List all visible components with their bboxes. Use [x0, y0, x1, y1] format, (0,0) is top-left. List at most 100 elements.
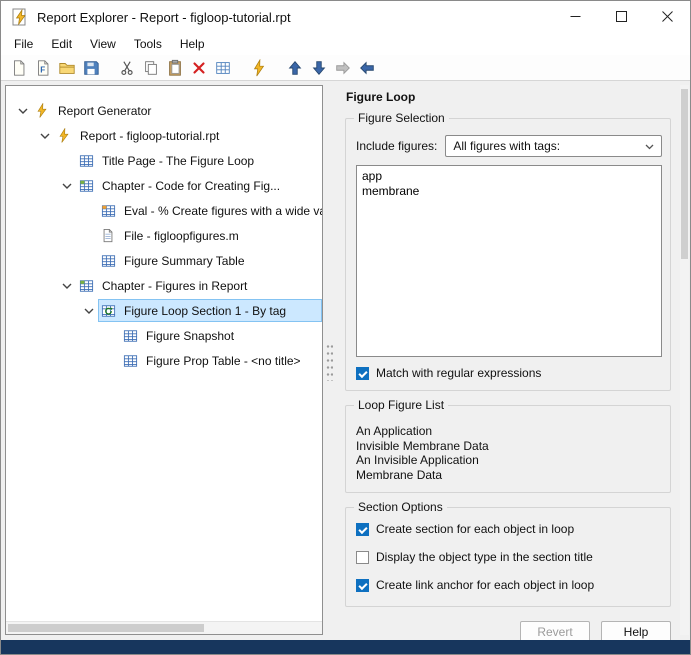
- eval-icon: [101, 204, 118, 218]
- chevron-down-icon: [645, 137, 654, 155]
- menu-bar: File Edit View Tools Help: [1, 33, 690, 55]
- tree-item-label: Chapter - Figures in Report: [102, 279, 247, 293]
- status-bar: [1, 640, 690, 654]
- chevron-down-icon[interactable]: [62, 182, 76, 190]
- menu-file[interactable]: File: [5, 34, 42, 54]
- report-options-icon[interactable]: [247, 57, 271, 79]
- group-title: Figure Selection: [354, 111, 449, 125]
- tag-list-item[interactable]: app: [362, 169, 656, 184]
- regex-checkbox[interactable]: [356, 367, 369, 380]
- report-explorer-window: Report Explorer - Report - figloop-tutor…: [0, 0, 691, 655]
- tree-item-title-page[interactable]: Title Page - The Figure Loop: [6, 148, 322, 173]
- chevron-down-icon[interactable]: [62, 282, 76, 290]
- svg-text:F: F: [40, 65, 45, 74]
- table-icon: [79, 154, 96, 168]
- file-icon: [101, 228, 118, 243]
- tree-item-label: Figure Loop Section 1 - By tag: [124, 304, 286, 318]
- group-title: Section Options: [354, 500, 447, 514]
- figure-loop-editor-panel: Figure Loop Figure Selection Include fig…: [335, 85, 681, 635]
- tree-item-figure-prop-table[interactable]: Figure Prop Table - <no title>: [6, 348, 322, 373]
- editor-vertical-scrollbar[interactable]: [680, 85, 689, 635]
- scrollbar-thumb[interactable]: [8, 624, 204, 632]
- tree-item-label: File - figloopfigures.m: [124, 229, 239, 243]
- loop-figure-item: An Application: [356, 424, 662, 439]
- close-button[interactable]: [644, 1, 690, 32]
- regex-checkbox-label: Match with regular expressions: [376, 366, 541, 380]
- scrollbar-thumb[interactable]: [681, 89, 688, 259]
- tree-item-label: Figure Prop Table - <no title>: [146, 354, 301, 368]
- chevron-down-icon[interactable]: [18, 107, 32, 115]
- tree-item-file[interactable]: File - figloopfigures.m: [6, 223, 322, 248]
- delete-icon[interactable]: [187, 57, 211, 79]
- table-icon: [123, 329, 140, 343]
- window-title: Report Explorer - Report - figloop-tutor…: [37, 10, 552, 25]
- loop-figure-list-group: Loop Figure List An Application Invisibl…: [345, 405, 671, 493]
- figure-selection-group: Figure Selection Include figures: All fi…: [345, 118, 671, 391]
- tree-item-figure-summary-table[interactable]: Figure Summary Table: [6, 248, 322, 273]
- tree-item-chapter-figures[interactable]: Chapter - Figures in Report: [6, 273, 322, 298]
- toolbar-separator: [103, 57, 115, 79]
- include-figures-label: Include figures:: [356, 139, 437, 153]
- tag-list-item[interactable]: membrane: [362, 184, 656, 199]
- tree-horizontal-scrollbar[interactable]: [6, 621, 322, 634]
- move-down-icon[interactable]: [307, 57, 331, 79]
- toolbar-separator: [271, 57, 283, 79]
- chapter-icon: [79, 179, 96, 193]
- tree-item-label: Figure Summary Table: [124, 254, 245, 268]
- create-link-anchor-checkbox-label: Create link anchor for each object in lo…: [376, 578, 594, 592]
- chevron-down-icon[interactable]: [40, 132, 54, 140]
- move-up-icon[interactable]: [283, 57, 307, 79]
- table-icon: [101, 254, 118, 268]
- new-report-icon[interactable]: [7, 57, 31, 79]
- tag-list-box[interactable]: app membrane: [356, 165, 662, 357]
- loop-figure-item: Membrane Data: [356, 468, 662, 483]
- open-icon[interactable]: [55, 57, 79, 79]
- menu-edit[interactable]: Edit: [42, 34, 81, 54]
- menu-help[interactable]: Help: [171, 34, 214, 54]
- include-figures-dropdown[interactable]: All figures with tags:: [445, 135, 662, 157]
- move-left-icon[interactable]: [355, 57, 379, 79]
- loop-figure-item: An Invisible Application: [356, 453, 662, 468]
- report-generator-icon: [35, 103, 52, 118]
- chapter-icon: [79, 279, 96, 293]
- tree-item-figure-snapshot[interactable]: Figure Snapshot: [6, 323, 322, 348]
- create-link-anchor-checkbox[interactable]: [356, 579, 369, 592]
- tree-item-figure-loop-section[interactable]: Figure Loop Section 1 - By tag: [6, 298, 322, 323]
- menu-tools[interactable]: Tools: [125, 34, 171, 54]
- report-icon: [57, 128, 74, 143]
- paste-icon[interactable]: [163, 57, 187, 79]
- move-right-icon[interactable]: [331, 57, 355, 79]
- chevron-down-icon[interactable]: [84, 307, 98, 315]
- copy-icon[interactable]: [139, 57, 163, 79]
- edit-table-icon[interactable]: [211, 57, 235, 79]
- page-title: Figure Loop: [346, 90, 681, 104]
- toolbar-separator: [235, 57, 247, 79]
- loop-icon: [101, 304, 118, 318]
- tree-item-report[interactable]: Report - figloop-tutorial.rpt: [6, 123, 322, 148]
- toolbar: F: [1, 55, 690, 81]
- outline-tree-panel: Report Generator Report - figloop-tutori…: [5, 85, 323, 635]
- create-section-checkbox[interactable]: [356, 523, 369, 536]
- tree-item-label: Report - figloop-tutorial.rpt: [80, 129, 219, 143]
- display-object-type-checkbox-label: Display the object type in the section t…: [376, 550, 593, 564]
- tree-item-label: Report Generator: [58, 104, 151, 118]
- tree-item-label: Title Page - The Figure Loop: [102, 154, 254, 168]
- minimize-button[interactable]: [552, 1, 598, 32]
- save-icon[interactable]: [79, 57, 103, 79]
- tree-item-chapter-code[interactable]: Chapter - Code for Creating Fig...: [6, 173, 322, 198]
- tree-item-label: Eval - % Create figures with a wide var.…: [124, 204, 323, 218]
- cut-icon[interactable]: [115, 57, 139, 79]
- table-icon: [123, 354, 140, 368]
- create-section-checkbox-label: Create section for each object in loop: [376, 522, 574, 536]
- loop-figure-item: Invisible Membrane Data: [356, 439, 662, 454]
- tree-item-eval[interactable]: Eval - % Create figures with a wide var.…: [6, 198, 322, 223]
- tree-item-report-generator[interactable]: Report Generator: [6, 98, 322, 123]
- tree-item-label: Chapter - Code for Creating Fig...: [102, 179, 280, 193]
- display-object-type-checkbox[interactable]: [356, 551, 369, 564]
- loop-figure-list: An Application Invisible Membrane Data A…: [356, 424, 662, 482]
- maximize-button[interactable]: [598, 1, 644, 32]
- new-component-icon[interactable]: F: [31, 57, 55, 79]
- panel-splitter-handle[interactable]: [326, 343, 333, 381]
- menu-view[interactable]: View: [81, 34, 125, 54]
- title-bar: Report Explorer - Report - figloop-tutor…: [1, 1, 690, 33]
